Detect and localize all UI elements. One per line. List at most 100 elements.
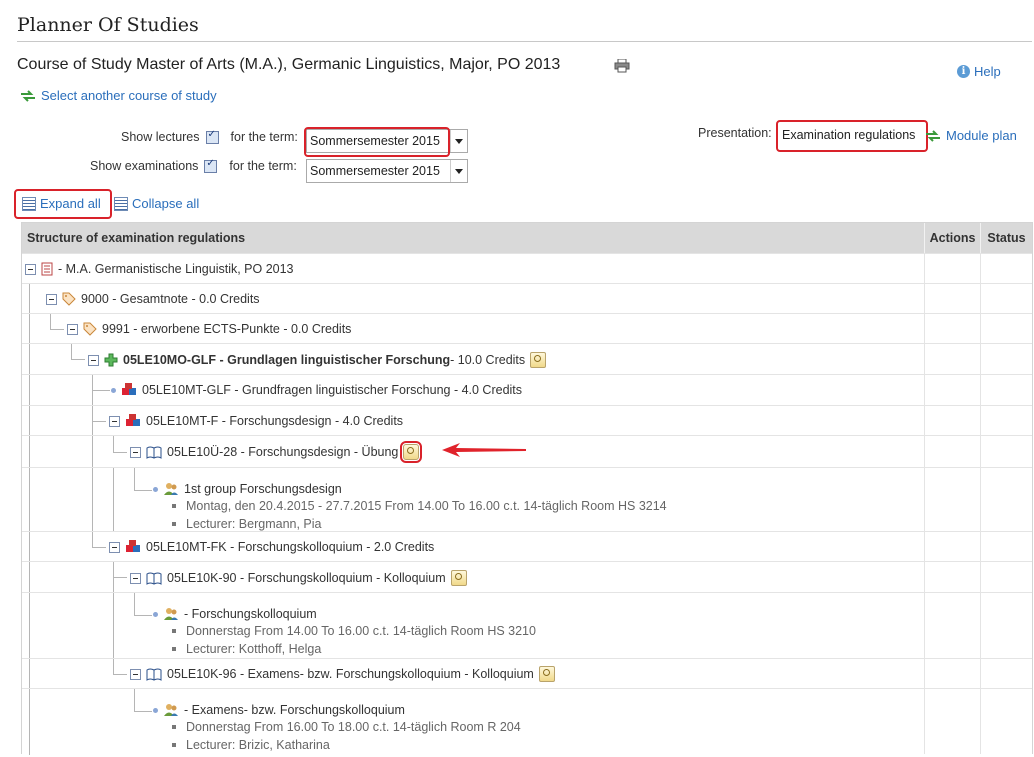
- table-row: 05LE10K-90 - Forschungskolloquium - Koll…: [22, 561, 1032, 593]
- details-magnifier-icon[interactable]: [400, 441, 423, 463]
- table-row: 05LE10K-96 - Examens- bzw. Forschungskol…: [22, 658, 1032, 689]
- group-icon: [164, 704, 178, 716]
- node-label: 05LE10MT-GLF - Grundfragen linguistische…: [142, 383, 523, 397]
- show-lectures-label: Show lectures: [121, 130, 200, 144]
- node-label: 1st group Forschungsdesign: [184, 482, 342, 496]
- node-label: - M.A. Germanistische Linguistik, PO 201…: [58, 262, 294, 276]
- header-status: Status: [987, 231, 1026, 245]
- collapse-toggle[interactable]: [109, 541, 120, 553]
- list-item: Donnerstag From 14.00 To 16.00 c.t. 14-t…: [172, 624, 536, 638]
- exam-regulations-table: Structure of examination regulations Act…: [21, 222, 1033, 755]
- collapse-toggle[interactable]: [130, 446, 141, 458]
- collapse-toggle[interactable]: [88, 354, 99, 366]
- list-item: Lecturer: Bergmann, Pia: [172, 517, 322, 531]
- presentation-label: Presentation:: [698, 126, 772, 140]
- collapse-list-icon: [114, 196, 128, 211]
- show-examinations-label: Show examinations: [90, 159, 199, 173]
- cubes-icon: [122, 383, 136, 395]
- node-label: 05LE10K-90 - Forschungskolloquium - Koll…: [167, 571, 446, 585]
- book-icon: [146, 572, 162, 585]
- swap-arrows-icon: [21, 89, 35, 102]
- examinations-term-value: Sommersemester 2015: [310, 164, 440, 178]
- course-title: Course of Study Master of Arts (M.A.), G…: [17, 56, 561, 73]
- header-actions: Actions: [925, 223, 982, 253]
- collapse-toggle[interactable]: [130, 668, 141, 680]
- show-lectures-checkbox[interactable]: [205, 129, 219, 144]
- collapse-toggle[interactable]: [25, 263, 36, 275]
- title-divider: [17, 41, 1032, 42]
- table-row: 1st group Forschungsdesign Montag, den 2…: [22, 467, 1032, 532]
- list-item: Lecturer: Brizic, Katharina: [172, 738, 330, 752]
- collapse-all-label: Collapse all: [132, 196, 200, 211]
- collapse-toggle[interactable]: [130, 572, 141, 584]
- module-plan-label: Module plan: [946, 128, 1017, 143]
- table-row: 05LE10MO-GLF - Grundlagen linguistischer…: [22, 343, 1032, 375]
- select-course-label: Select another course of study: [41, 88, 217, 103]
- list-item: Donnerstag From 16.00 To 18.00 c.t. 14-t…: [172, 720, 521, 734]
- table-row: 05LE10MT-F - Forschungsdesign - 4.0 Cred…: [22, 405, 1032, 436]
- details-magnifier-icon[interactable]: [530, 352, 547, 368]
- table-row: - Forschungskolloquium Donnerstag From 1…: [22, 592, 1032, 659]
- details-magnifier-icon[interactable]: [450, 570, 467, 586]
- node-label: - Forschungskolloquium: [184, 607, 317, 621]
- group-icon: [164, 608, 178, 620]
- node-label: 05LE10MT-FK - Forschungskolloquium - 2.0…: [146, 540, 435, 554]
- group-icon: [164, 483, 178, 495]
- table-row: - Examens- bzw. Forschungskolloquium Don…: [22, 688, 1032, 755]
- collapse-toggle[interactable]: [109, 415, 120, 427]
- lectures-term-label: for the term:: [230, 130, 298, 144]
- help-label: Help: [974, 64, 1001, 79]
- show-lectures-row: Show lectures for the term:: [121, 129, 298, 145]
- table-header: Structure of examination regulations Act…: [22, 223, 1032, 253]
- annotation-arrow-icon: [442, 443, 526, 457]
- tag-icon: [62, 292, 76, 306]
- show-examinations-checkbox[interactable]: [204, 158, 218, 173]
- leaf-dot: [153, 707, 158, 713]
- examinations-term-label: for the term:: [229, 159, 297, 173]
- table-row: 9991 - erworbene ECTS-Punkte - 0.0 Credi…: [22, 313, 1032, 344]
- list-item: Lecturer: Kotthoff, Helga: [172, 642, 321, 656]
- book-icon: [146, 446, 162, 459]
- info-icon: i: [957, 65, 970, 78]
- book-icon: [146, 668, 162, 681]
- swap-arrows-icon: [926, 129, 940, 142]
- node-label: 05LE10MO-GLF - Grundlagen linguistischer…: [123, 353, 451, 367]
- collapse-toggle[interactable]: [46, 293, 57, 305]
- table-row: 05LE10MT-GLF - Grundfragen linguistische…: [22, 374, 1032, 406]
- details-magnifier-icon[interactable]: [538, 666, 555, 682]
- chevron-down-icon: [450, 160, 467, 182]
- document-icon: [41, 262, 53, 276]
- tag-icon: [83, 322, 97, 336]
- leaf-dot: [153, 486, 158, 492]
- node-credits: - 10.0 Credits: [450, 353, 526, 367]
- module-plus-icon: [104, 353, 118, 367]
- leaf-dot: [153, 611, 158, 617]
- list-item: Montag, den 20.4.2015 - 27.7.2015 From 1…: [172, 499, 667, 513]
- highlight-term-select: [304, 127, 450, 157]
- node-label: 9991 - erworbene ECTS-Punkte - 0.0 Credi…: [102, 322, 352, 336]
- show-examinations-row: Show examinations for the term:: [90, 158, 297, 174]
- table-row: 05LE10MT-FK - Forschungskolloquium - 2.0…: [22, 531, 1032, 562]
- node-label: 05LE10MT-F - Forschungsdesign - 4.0 Cred…: [146, 414, 404, 428]
- examinations-term-select[interactable]: Sommersemester 2015: [306, 159, 468, 183]
- table-row: 9000 - Gesamtnote - 0.0 Credits: [22, 283, 1032, 314]
- cubes-icon: [126, 540, 140, 552]
- table-row: - M.A. Germanistische Linguistik, PO 201…: [22, 253, 1032, 283]
- cubes-icon: [126, 414, 140, 426]
- chevron-down-icon: [450, 130, 467, 152]
- collapse-toggle[interactable]: [67, 323, 78, 335]
- page-title: Planner Of Studies: [17, 14, 199, 36]
- node-label: 9000 - Gesamtnote - 0.0 Credits: [81, 292, 260, 306]
- collapse-all-link[interactable]: Collapse all: [114, 196, 199, 211]
- node-label: - Examens- bzw. Forschungskolloquium: [184, 703, 405, 717]
- highlight-presentation: [776, 120, 928, 152]
- module-plan-link[interactable]: Module plan: [925, 128, 1017, 143]
- header-structure: Structure of examination regulations: [22, 223, 926, 253]
- select-course-link[interactable]: Select another course of study: [20, 88, 217, 103]
- node-label: 05LE10Ü-28 - Forschungsdesign - Übung: [167, 445, 399, 459]
- leaf-dot: [111, 387, 116, 393]
- highlight-expand-all: [14, 189, 112, 219]
- print-icon[interactable]: [614, 59, 630, 73]
- help-link[interactable]: i Help: [957, 64, 1001, 79]
- node-label: 05LE10K-96 - Examens- bzw. Forschungskol…: [167, 667, 534, 681]
